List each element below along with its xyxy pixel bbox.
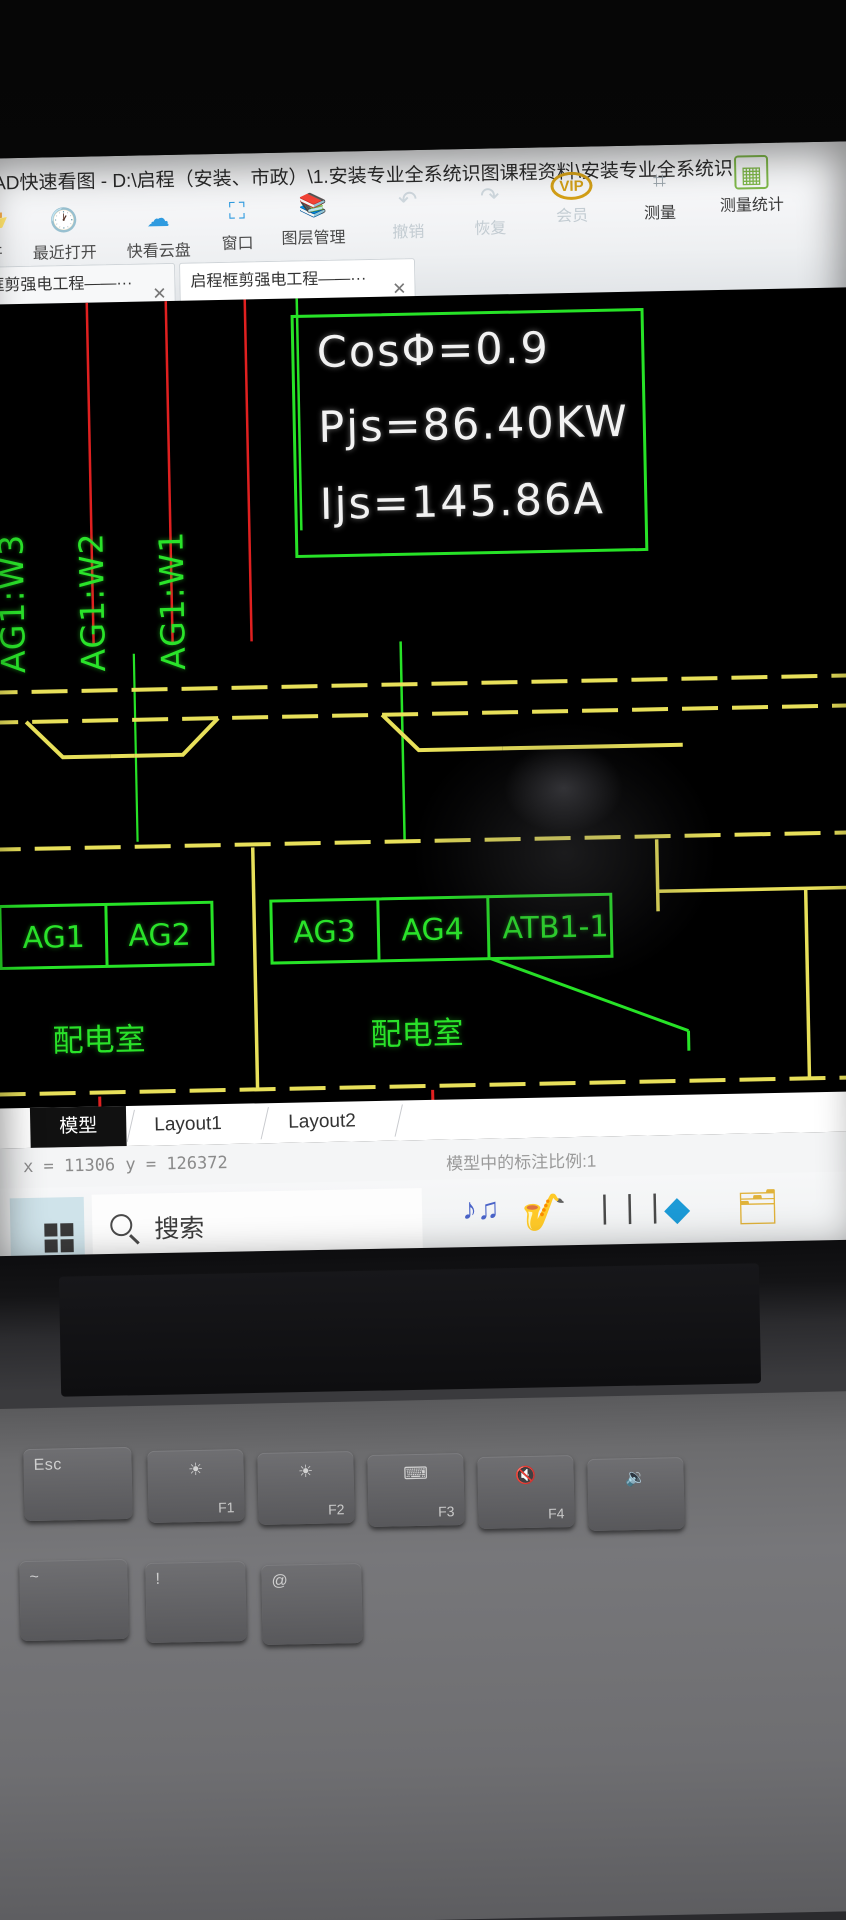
mute-icon: 🔇 — [514, 1465, 537, 1486]
calc-line-cos: CosΦ=0.9 — [316, 323, 551, 379]
calc-line-pjs: Pjs=86.40KW — [317, 396, 630, 454]
toolbar-button-undo[interactable]: ↶ 撤销 — [361, 181, 454, 243]
screenshot-root: CAD快速看图 - D:\启程（安装、市政）\1.安装专业全系统识图课程资料\安… — [0, 0, 846, 1920]
toolbar-label-measure: 测量 — [643, 204, 677, 223]
toolbar-label-undo: 撤销 — [392, 223, 425, 242]
key-f3-label: F3 — [437, 1503, 455, 1520]
panel-box-ag1: AG1 — [22, 919, 86, 957]
measure-icon: ⌗ — [652, 167, 667, 194]
folder-icon[interactable]: 🗂 — [736, 1187, 799, 1246]
key-tilde[interactable]: ~ — [19, 1558, 129, 1642]
room-label-left: 配电室 — [52, 1021, 146, 1059]
toolbar-button-cloud[interactable]: ☁ 快看云盘 — [112, 200, 205, 262]
redo-arrow-icon: ↷ — [479, 182, 500, 209]
key-1[interactable]: ! — [145, 1560, 247, 1644]
vip-badge-icon: VIP — [550, 171, 593, 201]
key-2-label: @ — [271, 1572, 289, 1590]
toolbar-button-recent[interactable]: 🕐 最近打开 — [18, 202, 111, 264]
layout-tab-model[interactable]: 模型 — [29, 1106, 127, 1148]
toolbar-button-measure-stats[interactable]: ▦ 测量统计 — [705, 154, 798, 216]
task-view-icon[interactable]: ❘❘❘ — [592, 1189, 668, 1248]
key-f3[interactable]: ⌨ F3 — [367, 1453, 465, 1527]
brightness-down-icon: ☀ — [187, 1459, 204, 1480]
panel-box-ag4: AG4 — [401, 912, 465, 949]
app-blue-icon[interactable]: ◆ — [664, 1188, 727, 1247]
panel-box-atb1-1: ATB1-1 — [502, 909, 609, 947]
tab-separator — [126, 1109, 135, 1143]
key-tilde-label: ~ — [29, 1568, 40, 1586]
window-select-icon: ⛶ — [228, 197, 246, 224]
key-esc[interactable]: Esc — [23, 1446, 133, 1522]
key-f2[interactable]: ☀ F2 — [257, 1451, 355, 1525]
music-note-icon[interactable]: ♪♫ — [462, 1192, 525, 1251]
windows-start-icon — [44, 1223, 75, 1254]
room-label-right: 配电室 — [370, 1015, 464, 1053]
layout-tab-layout1[interactable]: Layout1 — [142, 1104, 234, 1146]
panel-box-ag2: AG2 — [128, 917, 192, 954]
toolbar-button-window[interactable]: ⛶ 窗口 — [202, 193, 273, 254]
calc-line-ijs: Ijs=145.86A — [319, 474, 606, 531]
laptop-screen: CAD快速看图 - D:\启程（安装、市政）\1.安装专业全系统识图课程资料\安… — [0, 141, 846, 1279]
start-button[interactable] — [9, 1196, 85, 1261]
panel-box-ag3: AG3 — [293, 914, 357, 951]
toolbar-button-redo[interactable]: ↷ 恢复 — [443, 178, 536, 240]
tab-separator — [260, 1107, 269, 1140]
keyboard-backlight-icon: ⌨ — [403, 1463, 429, 1484]
circuit-label-w2: AG1:W2 — [71, 531, 114, 672]
search-icon — [110, 1213, 133, 1237]
search-placeholder: 搜索 — [154, 1214, 205, 1244]
key-f4[interactable]: 🔇 F4 — [477, 1455, 575, 1529]
toolbar-button-layers[interactable]: 📚 图层管理 — [267, 187, 360, 249]
toolbar-label-measure-stats: 测量统计 — [719, 196, 785, 215]
document-tab-1-label: 启程框剪强电工程——··· — [0, 274, 133, 296]
key-1-label: ! — [155, 1570, 161, 1588]
cloud-icon: ☁ — [146, 204, 170, 232]
key-f1-label: F1 — [217, 1499, 235, 1516]
toolbar-button-measure[interactable]: ⌗ 测量 — [613, 162, 706, 224]
dimension-scale: 模型中的标注比例:1 — [445, 1151, 597, 1174]
key-f4-label: F4 — [547, 1505, 565, 1522]
toolbar-label-vip: 会员 — [555, 207, 589, 226]
saxophone-icon[interactable]: 🎷 — [522, 1191, 585, 1250]
volume-down-icon: 🔉 — [624, 1467, 647, 1488]
layers-icon: 📚 — [298, 191, 328, 219]
cursor-coordinates: x = 11306 y = 126372 — [22, 1152, 228, 1178]
tab-separator — [394, 1104, 403, 1137]
recent-clock-icon: 🕐 — [49, 206, 79, 234]
toolbar-button-vip[interactable]: VIP 会员 — [525, 168, 618, 227]
key-f1[interactable]: ☀ F1 — [147, 1449, 245, 1523]
toolbar-label-redo: 恢复 — [474, 220, 507, 238]
key-esc-label: Esc — [33, 1456, 62, 1474]
circuit-label-w1: AG1:W1 — [151, 530, 194, 671]
layout-tab-layout2[interactable]: Layout2 — [276, 1101, 368, 1143]
brightness-up-icon: ☀ — [297, 1461, 314, 1482]
document-tab-2-label: 启程框剪强电工程——··· — [190, 270, 367, 291]
key-f2-label: F2 — [327, 1501, 345, 1518]
key-2[interactable]: @ — [261, 1562, 363, 1646]
measure-stats-icon: ▦ — [733, 154, 769, 190]
circuit-label-w3: AG1:W3 — [0, 533, 34, 674]
toolbar-label-layers: 图层管理 — [281, 229, 346, 248]
toolbar-label-window: 窗口 — [221, 235, 254, 253]
undo-arrow-icon: ↶ — [397, 185, 418, 213]
cad-canvas[interactable]: CosΦ=0.9 Pjs=86.40KW Ijs=145.86A AG1:W3 … — [0, 287, 846, 1135]
key-f5[interactable]: 🔉 — [587, 1457, 685, 1531]
laptop-hinge-area — [58, 1263, 762, 1397]
